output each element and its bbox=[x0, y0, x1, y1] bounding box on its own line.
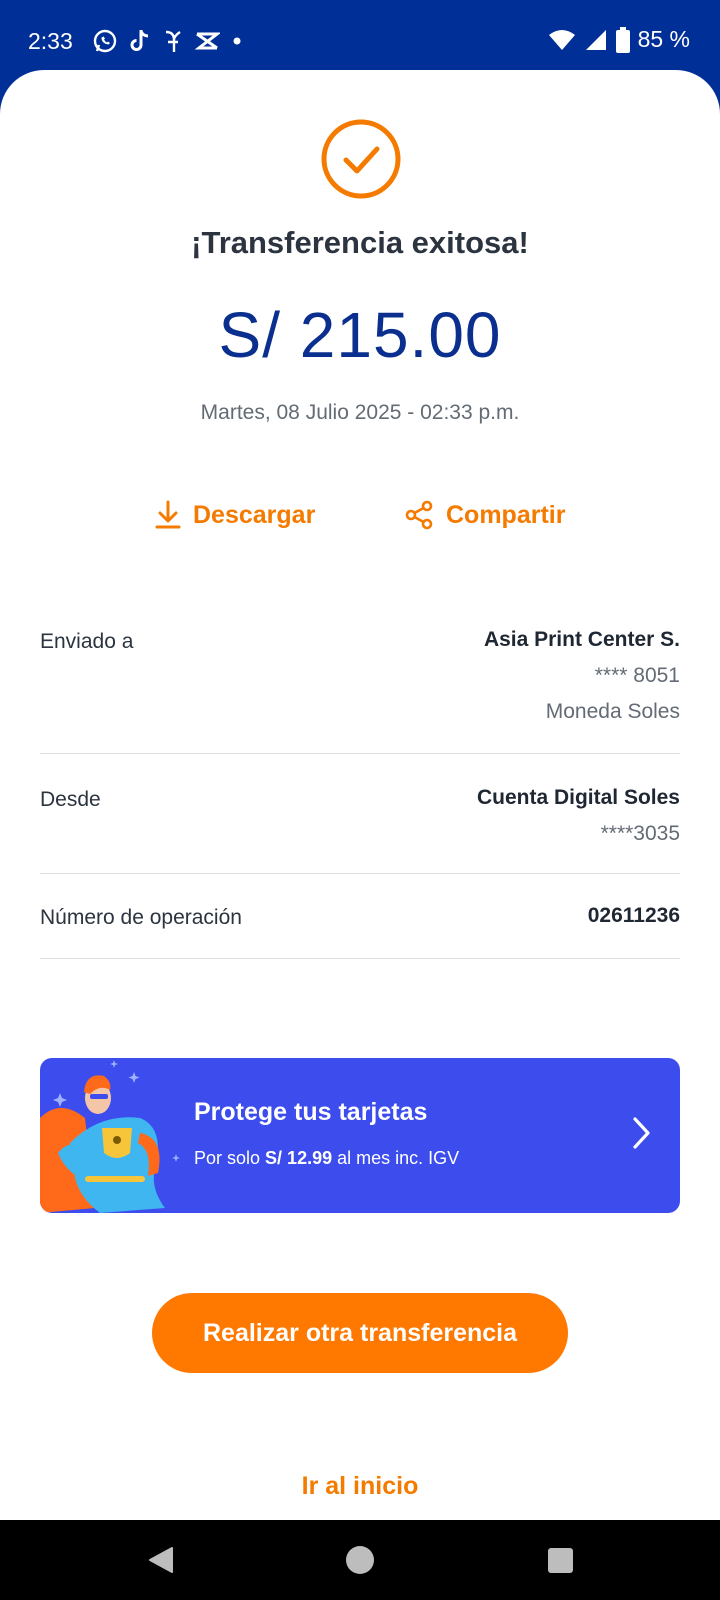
source-account-number: ****3035 bbox=[600, 822, 680, 845]
cell-signal-icon bbox=[585, 29, 606, 50]
promo-price: S/ 12.99 bbox=[265, 1148, 333, 1168]
back-icon[interactable] bbox=[148, 1546, 174, 1574]
transfer-datetime: Martes, 08 Julio 2025 - 02:33 p.m. bbox=[200, 401, 520, 424]
share-icon bbox=[405, 500, 433, 530]
status-bar: 2:33 85 % bbox=[0, 0, 720, 80]
sent-to-label: Enviado a bbox=[40, 630, 134, 653]
share-button[interactable]: Compartir bbox=[404, 500, 565, 530]
recipient-account: **** 8051 bbox=[594, 664, 680, 687]
operation-label: Número de operación bbox=[40, 906, 242, 929]
superhero-illustration bbox=[40, 1060, 180, 1213]
from-label: Desde bbox=[40, 788, 101, 811]
whatsapp-icon bbox=[93, 29, 117, 53]
tiktok-icon bbox=[130, 30, 149, 51]
receipt-sheet: ¡Transferencia exitosa! S/ 215.00 Martes… bbox=[0, 70, 720, 1520]
download-button[interactable]: Descargar bbox=[155, 500, 315, 530]
download-icon bbox=[155, 500, 181, 529]
source-account-name: Cuenta Digital Soles bbox=[476, 786, 680, 809]
operation-number: 02611236 bbox=[587, 904, 680, 927]
battery-icon bbox=[615, 26, 630, 53]
system-nav-bar bbox=[0, 1520, 720, 1600]
share-label: Compartir bbox=[446, 500, 566, 529]
promo-sub-prefix: Por solo bbox=[194, 1148, 266, 1168]
promo-subtitle: Por solo S/ 12.99 al mes inc. IGV bbox=[194, 1148, 459, 1169]
detail-row-operation: Número de operación 02611236 bbox=[40, 904, 680, 959]
recipient-currency: Moneda Soles bbox=[545, 700, 680, 723]
new-transfer-button[interactable]: Realizar otra transferencia bbox=[152, 1293, 568, 1373]
detail-row-sent-to: Enviado a Asia Print Center S. **** 8051… bbox=[40, 628, 680, 754]
from-values: Cuenta Digital Soles ****3035 bbox=[477, 780, 680, 852]
home-icon[interactable] bbox=[346, 1546, 374, 1574]
promo-banner[interactable]: Protege tus tarjetas Por solo S/ 12.99 a… bbox=[40, 1058, 680, 1213]
promo-title: Protege tus tarjetas bbox=[194, 1098, 428, 1126]
capcut-icon bbox=[194, 32, 220, 50]
recipient-name: Asia Print Center S. bbox=[483, 628, 680, 651]
transfer-amount: S/ 215.00 bbox=[218, 299, 502, 371]
recent-apps-icon[interactable] bbox=[548, 1548, 573, 1573]
go-home-link[interactable]: Ir al inicio bbox=[0, 1472, 720, 1501]
chevron-right-icon bbox=[633, 1117, 650, 1149]
promo-sub-suffix: al mes inc. IGV bbox=[332, 1148, 460, 1168]
notification-icons bbox=[92, 28, 244, 54]
battery-percentage: 85 % bbox=[637, 26, 690, 52]
status-time: 2:33 bbox=[28, 28, 73, 54]
dot-icon bbox=[233, 37, 241, 45]
sent-to-values: Asia Print Center S. **** 8051 Moneda So… bbox=[484, 622, 680, 730]
status-right: 85 % bbox=[548, 26, 690, 53]
wifi-icon bbox=[548, 29, 575, 50]
download-label: Descargar bbox=[193, 500, 316, 529]
detail-row-from: Desde Cuenta Digital Soles ****3035 bbox=[40, 786, 680, 874]
success-title: ¡Transferencia exitosa! bbox=[191, 225, 529, 260]
y-app-icon bbox=[165, 30, 181, 52]
operation-values: 02611236 bbox=[588, 898, 680, 934]
success-check-icon bbox=[321, 119, 401, 199]
